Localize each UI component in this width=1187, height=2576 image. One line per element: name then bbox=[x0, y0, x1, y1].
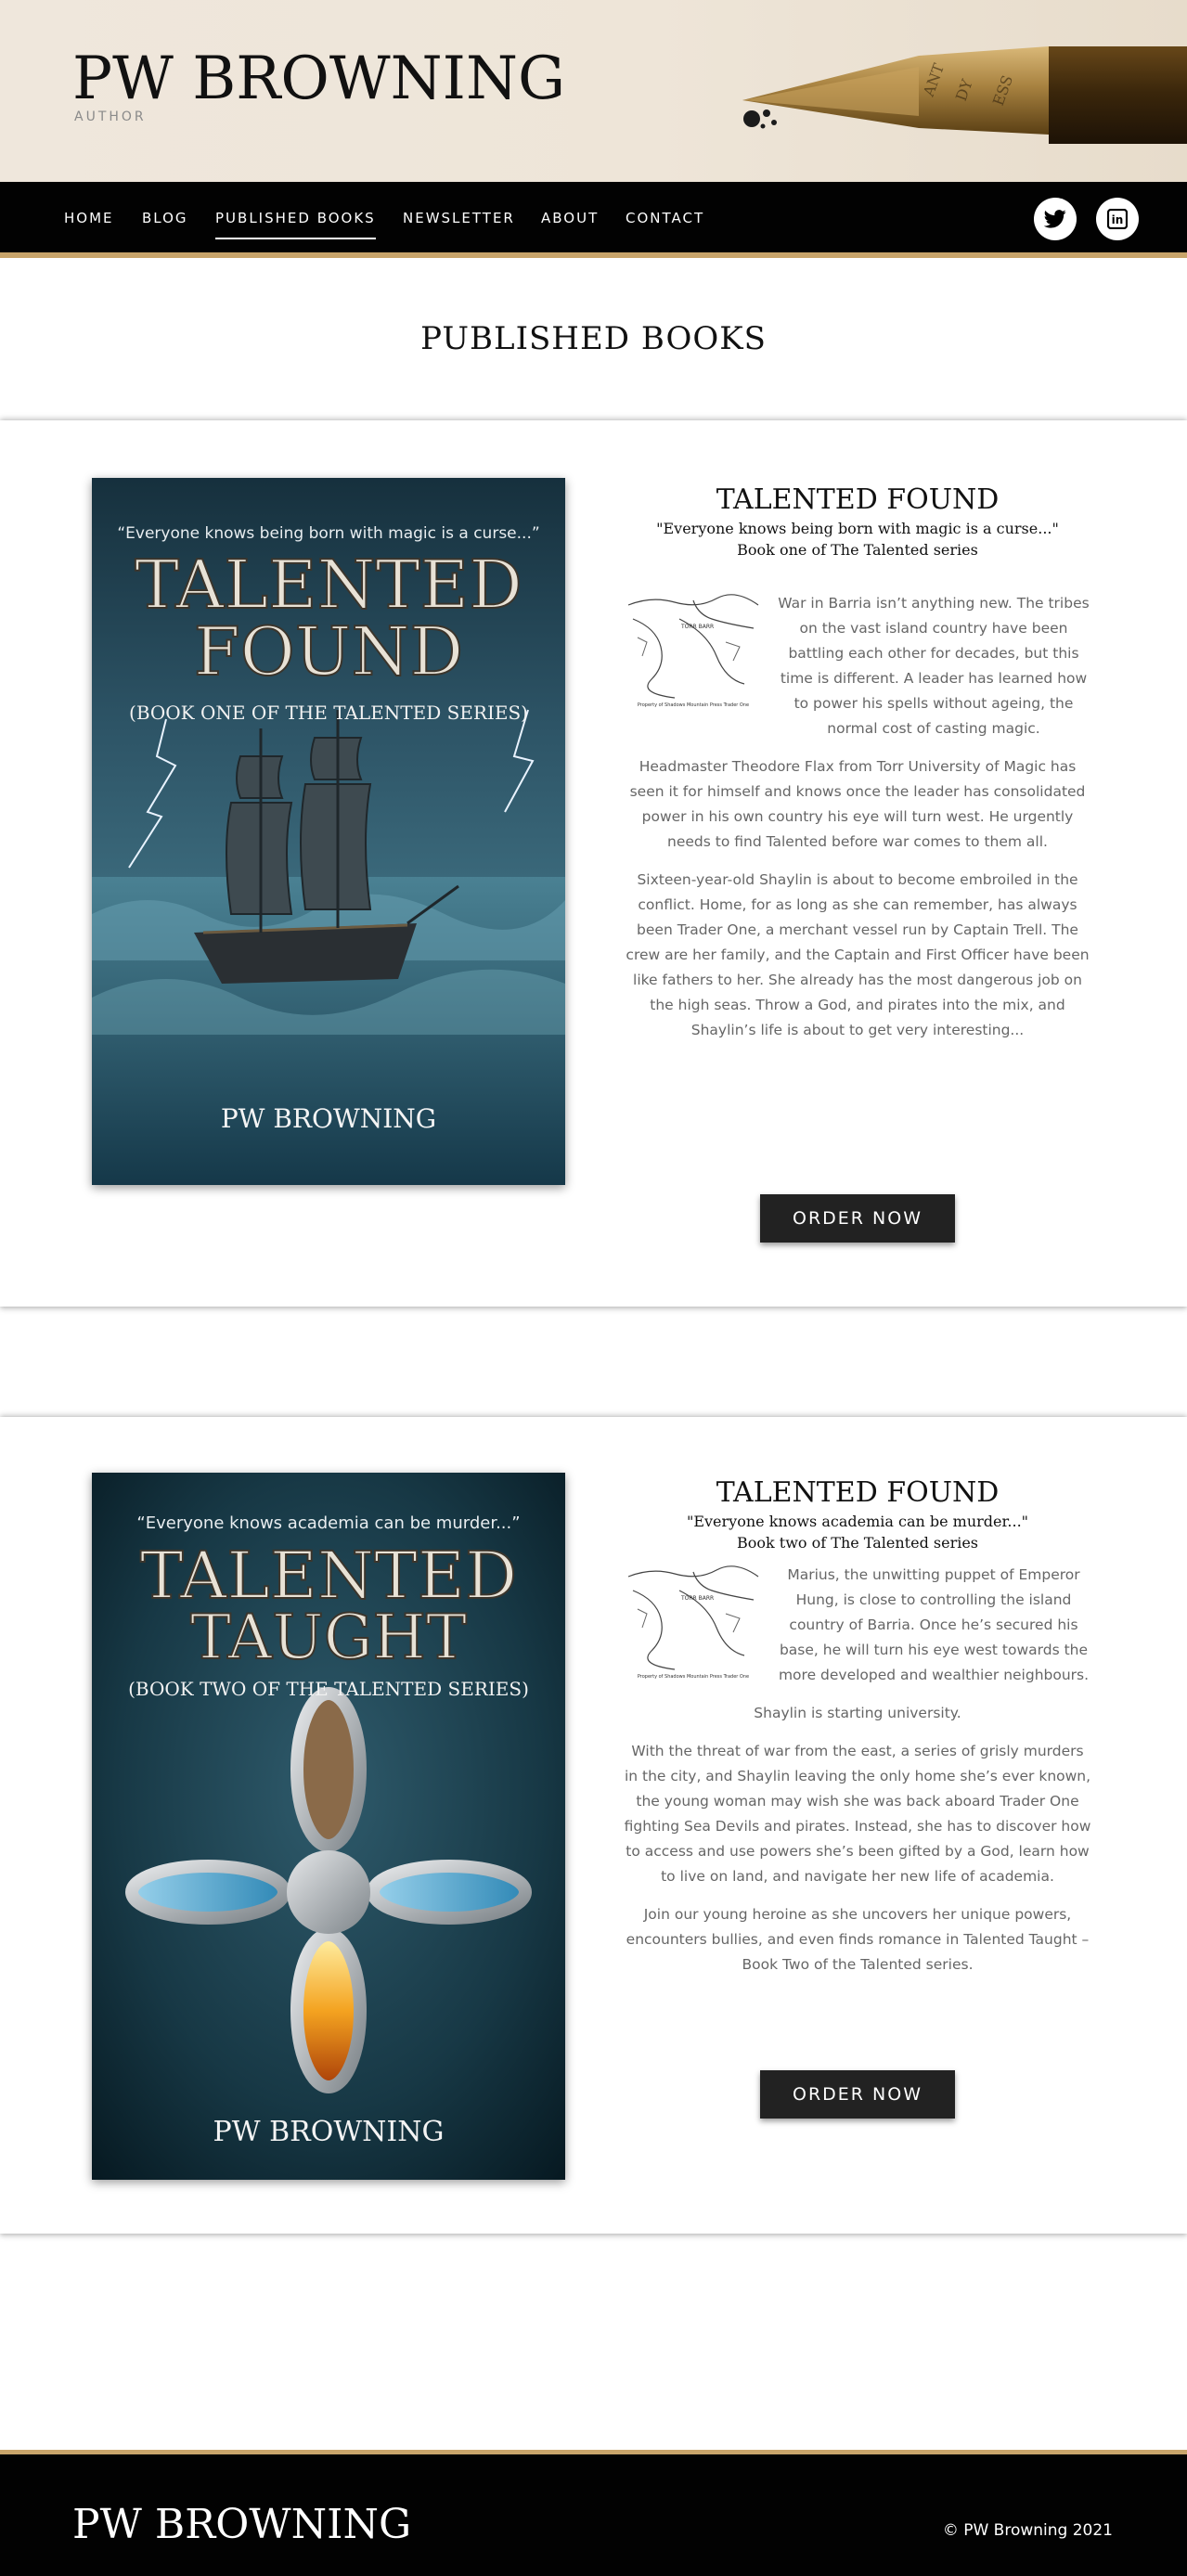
book-2-title: TALENTED FOUND bbox=[716, 1476, 1000, 1509]
book-card-2: “Everyone knows academia can be murder..… bbox=[0, 1417, 1187, 2234]
book-info-2: TALENTED FOUND "Everyone knows academia … bbox=[624, 1476, 1091, 1990]
nav-home[interactable]: HOME bbox=[64, 210, 114, 226]
cover-2-author: PW BROWNING bbox=[213, 2116, 445, 2148]
book-2-series: Book two of The Talented series bbox=[736, 1534, 979, 1552]
page-title: PUBLISHED BOOKS bbox=[420, 320, 767, 357]
fountain-pen-image: ANT DY ESS bbox=[742, 46, 1187, 144]
site-header: PW BROWNING AUTHOR ANT DY ESS bbox=[0, 0, 1187, 182]
cover-2-subtitle: (BOOK TWO OF THE TALENTED SERIES) bbox=[128, 1678, 529, 1700]
cover-1-title-line2: FOUND bbox=[194, 612, 463, 690]
cover-1-tagline: “Everyone knows being born with magic is… bbox=[117, 524, 539, 543]
book-1-series: Book one of The Talented series bbox=[737, 541, 978, 559]
twitter-icon bbox=[1044, 210, 1066, 228]
book-1-quote: "Everyone knows being born with magic is… bbox=[656, 520, 1059, 537]
map-region-label: TORR BARR bbox=[680, 624, 714, 630]
book-2-paragraph-3: With the threat of war from the east, a … bbox=[624, 1743, 1091, 1885]
nav-newsletter[interactable]: NEWSLETTER bbox=[403, 210, 515, 226]
linkedin-icon: in bbox=[1107, 209, 1128, 229]
book-2-paragraph-2: Shaylin is starting university. bbox=[754, 1705, 961, 1721]
site-footer: PW BROWNING © PW Browning 2021 bbox=[0, 2450, 1187, 2576]
nav-blog[interactable]: BLOG bbox=[142, 210, 188, 226]
footer-site-title[interactable]: PW BROWNING bbox=[72, 2501, 411, 2548]
map-caption: Property of Shadows Mountain Press Trade… bbox=[638, 702, 749, 708]
book-1-description: TORR BARR Property of Shadows Mountain P… bbox=[624, 591, 1091, 1043]
book-2-description: TORR BARR Property of Shadows Mountain P… bbox=[624, 1563, 1091, 1977]
site-title[interactable]: PW BROWNING bbox=[72, 45, 565, 113]
nav-contact[interactable]: CONTACT bbox=[626, 210, 704, 226]
nav-about[interactable]: ABOUT bbox=[541, 210, 599, 226]
cover-1-subtitle: (BOOK ONE OF THE TALENTED SERIES) bbox=[129, 702, 528, 724]
book-cover-2[interactable]: “Everyone knows academia can be murder..… bbox=[92, 1473, 565, 2180]
cover-2-tagline: “Everyone knows academia can be murder..… bbox=[136, 1513, 520, 1533]
cover-1-author: PW BROWNING bbox=[221, 1103, 436, 1134]
book-card-1: “Everyone knows being born with magic is… bbox=[0, 420, 1187, 1307]
barria-map-image: TORR BARR Property of Shadows Mountain P… bbox=[624, 1563, 763, 1681]
map-caption: Property of Shadows Mountain Press Trade… bbox=[638, 1674, 749, 1680]
book-1-paragraph-2: Headmaster Theodore Flax from Torr Unive… bbox=[629, 758, 1086, 850]
book-1-title: TALENTED FOUND bbox=[716, 483, 1000, 516]
linkedin-button[interactable]: in bbox=[1096, 198, 1139, 240]
nav-published-books[interactable]: PUBLISHED BOOKS bbox=[215, 210, 376, 239]
barria-map-image: TORR BARR Property of Shadows Mountain P… bbox=[624, 591, 763, 710]
book-2-quote: "Everyone knows academia can be murder..… bbox=[686, 1513, 1029, 1530]
linkedin-label: in bbox=[1112, 213, 1124, 226]
twitter-button[interactable] bbox=[1034, 198, 1077, 240]
book-info-1: TALENTED FOUND "Everyone knows being bor… bbox=[624, 483, 1091, 1056]
main-nav: HOME BLOG PUBLISHED BOOKS NEWSLETTER ABO… bbox=[0, 182, 1187, 258]
order-now-button-2[interactable]: ORDER NOW bbox=[760, 2070, 955, 2119]
order-now-button-1[interactable]: ORDER NOW bbox=[760, 1194, 955, 1243]
site-tagline: AUTHOR bbox=[74, 109, 147, 124]
book-1-paragraph-3: Sixteen-year-old Shaylin is about to bec… bbox=[626, 871, 1090, 1038]
footer-copyright: © PW Browning 2021 bbox=[942, 2521, 1113, 2540]
cover-2-title-line2: TAUGHT bbox=[190, 1602, 467, 1673]
book-cover-1[interactable]: “Everyone knows being born with magic is… bbox=[92, 478, 565, 1185]
book-2-paragraph-4: Join our young heroine as she uncovers h… bbox=[626, 1906, 1090, 1973]
map-region-label: TORR BARR bbox=[680, 1595, 714, 1602]
